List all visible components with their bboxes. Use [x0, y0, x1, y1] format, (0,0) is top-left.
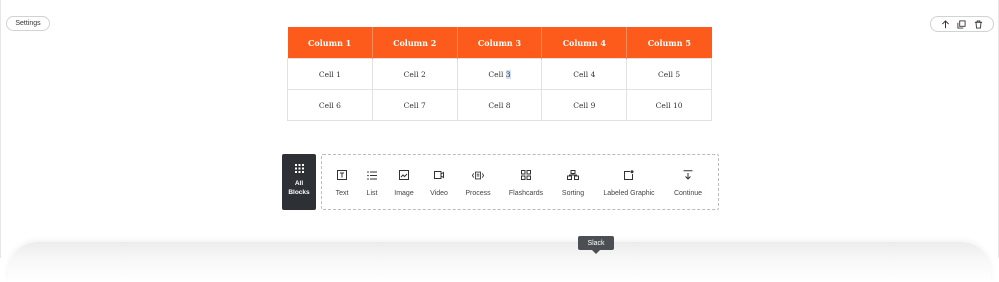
column-header[interactable]: Column 1	[287, 27, 373, 59]
column-header[interactable]: Column 3	[457, 27, 543, 59]
sorting-icon	[567, 169, 579, 181]
text-icon	[336, 169, 348, 181]
grid-icon	[294, 164, 304, 173]
block-choice-label: Process	[465, 190, 491, 197]
editor-canvas: Settings Column 1 Column 2 Column 3 Colu…	[0, 0, 999, 282]
block-choice-sorting[interactable]: Sorting	[558, 155, 588, 197]
block-choice-list[interactable]: List	[362, 155, 382, 197]
table-cell-selected[interactable]: Cell 3	[456, 58, 543, 90]
flashcards-icon	[520, 169, 532, 181]
process-icon	[472, 169, 484, 181]
table-cell[interactable]: Cell 5	[626, 58, 712, 90]
cell-text: Cell	[488, 69, 506, 79]
table-cell[interactable]: Cell 7	[371, 89, 458, 121]
block-choice-label: Flashcards	[508, 190, 544, 197]
video-icon	[433, 169, 445, 181]
duplicate-icon[interactable]	[957, 19, 967, 29]
block-choice-label: Continue	[673, 190, 703, 197]
labeled-graphic-icon	[623, 169, 635, 181]
block-choice-label: Labeled Graphic	[603, 190, 655, 197]
text-selection-highlight: 3	[505, 69, 511, 79]
slack-tooltip: Slack	[578, 236, 614, 254]
table-cell[interactable]: Cell 8	[456, 89, 543, 121]
table-cell[interactable]: Cell 1	[287, 58, 373, 90]
block-choice-label: Sorting	[561, 190, 585, 197]
column-header[interactable]: Column 5	[626, 27, 712, 59]
left-edge	[0, 0, 1, 258]
continue-icon	[682, 169, 694, 181]
list-icon	[366, 169, 378, 181]
block-choice-labeled-graphic[interactable]: Labeled Graphic	[601, 155, 657, 197]
table-cell[interactable]: Cell 6	[287, 89, 373, 121]
data-table: Column 1 Column 2 Column 3 Column 4 Colu…	[287, 27, 712, 121]
table-cell[interactable]: Cell 9	[541, 89, 628, 121]
table-cell[interactable]: Cell 4	[541, 58, 628, 90]
trash-icon[interactable]	[974, 19, 984, 29]
block-choices: Text List Image Video Process Flashcards…	[321, 154, 719, 210]
table-row: Cell 1 Cell 2 Cell 3 Cell 4 Cell 5	[287, 58, 712, 90]
block-choice-video[interactable]: Video	[428, 155, 450, 197]
block-choice-label: Text	[335, 190, 349, 197]
column-header[interactable]: Column 2	[372, 27, 458, 59]
settings-button[interactable]: Settings	[6, 16, 50, 31]
bottom-panel	[8, 242, 991, 282]
block-choice-text[interactable]: Text	[330, 155, 354, 197]
table-header-row: Column 1 Column 2 Column 3 Column 4 Colu…	[287, 27, 712, 59]
block-choice-image[interactable]: Image	[392, 155, 416, 197]
block-choice-label: List	[366, 190, 378, 197]
table-row: Cell 6 Cell 7 Cell 8 Cell 9 Cell 10	[287, 89, 712, 121]
block-choice-label: Image	[394, 190, 414, 197]
block-actions-group	[930, 16, 994, 32]
image-icon	[398, 169, 410, 181]
all-blocks-label-line1: All	[294, 180, 304, 187]
block-picker: All Blocks Text List Image Video Process…	[282, 154, 719, 210]
block-choice-process[interactable]: Process	[463, 155, 493, 197]
arrow-up-icon[interactable]	[940, 19, 950, 29]
all-blocks-button[interactable]: All Blocks	[282, 154, 316, 210]
column-header[interactable]: Column 4	[541, 27, 628, 59]
table-cell[interactable]: Cell 10	[626, 89, 712, 121]
all-blocks-label-line2: Blocks	[288, 189, 310, 196]
table-cell[interactable]: Cell 2	[371, 58, 458, 90]
block-choice-label: Video	[430, 190, 448, 197]
block-choice-flashcards[interactable]: Flashcards	[506, 155, 546, 197]
block-choice-continue[interactable]: Continue	[670, 155, 706, 197]
